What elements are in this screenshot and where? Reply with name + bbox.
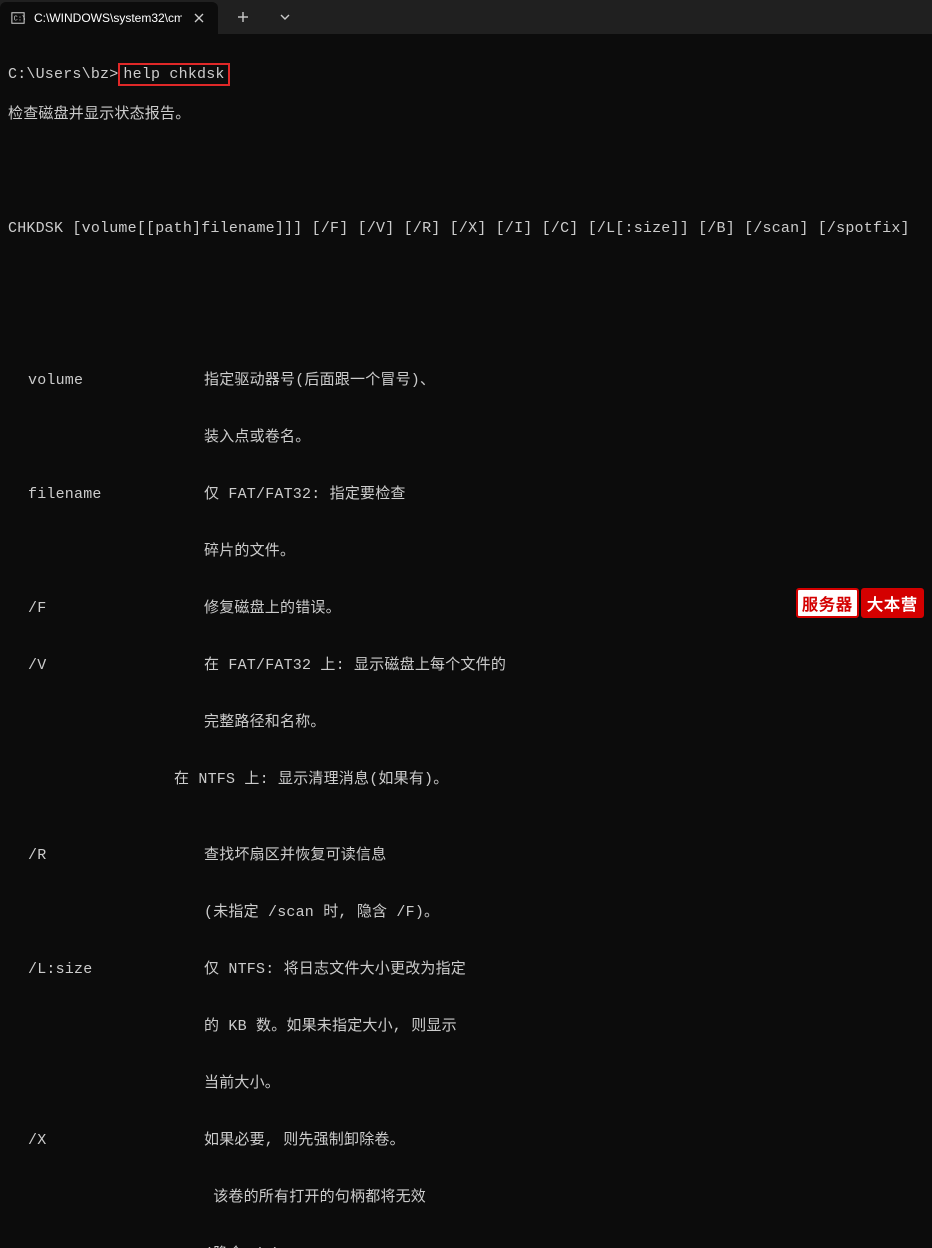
titlebar: C:\ C:\WINDOWS\system32\cmd. — [0, 0, 932, 34]
option-name: /V — [28, 656, 204, 675]
option-name: /X — [28, 1131, 204, 1150]
terminal-output[interactable]: C:\Users\bz> help chkdsk 检查磁盘并显示状态报告。 CHK… — [0, 34, 932, 1248]
watermark-part1: 服务器 — [796, 588, 859, 618]
prompt-command: help chkdsk — [123, 66, 224, 83]
option-row: /L:size仅 NTFS: 将日志文件大小更改为指定 — [28, 960, 924, 979]
option-desc: 在 FAT/FAT32 上: 显示磁盘上每个文件的 — [204, 656, 924, 675]
option-desc: 指定驱动器号(后面跟一个冒号)、 — [204, 371, 924, 390]
option-row: /F修复磁盘上的错误。 — [28, 599, 924, 618]
option-name: volume — [28, 371, 204, 390]
prompt-line: C:\Users\bz> help chkdsk — [8, 63, 924, 86]
new-tab-button[interactable] — [228, 2, 258, 32]
option-name: /L:size — [28, 960, 204, 979]
option-row: volume指定驱动器号(后面跟一个冒号)、 — [28, 371, 924, 390]
close-icon[interactable] — [190, 9, 208, 27]
option-name: /F — [28, 599, 204, 618]
ntfs-note-line: 在 NTFS 上: 显示清理消息(如果有)。 — [8, 770, 924, 789]
tab-title: C:\WINDOWS\system32\cmd. — [34, 11, 182, 25]
watermark: 服务器大本营 — [796, 588, 924, 618]
tab-dropdown-button[interactable] — [270, 2, 300, 32]
option-name: /R — [28, 846, 204, 865]
command-highlight: help chkdsk — [118, 63, 229, 86]
description-line: 检查磁盘并显示状态报告。 — [8, 105, 924, 124]
option-name: filename — [28, 485, 204, 504]
cmd-icon: C:\ — [10, 10, 26, 26]
watermark-part2: 大本营 — [861, 588, 924, 618]
option-row: /R查找坏扇区并恢复可读信息 — [28, 846, 924, 865]
option-desc: 仅 FAT/FAT32: 指定要检查 — [204, 485, 924, 504]
option-desc: 查找坏扇区并恢复可读信息 — [204, 846, 924, 865]
prompt-path: C:\Users\bz> — [8, 65, 118, 84]
option-table: volume指定驱动器号(后面跟一个冒号)、 装入点或卷名。 filename仅… — [8, 333, 924, 751]
option-desc: 如果必要, 则先强制卸除卷。 — [204, 1131, 924, 1150]
option-row: /X如果必要, 则先强制卸除卷。 — [28, 1131, 924, 1150]
option-row: filename仅 FAT/FAT32: 指定要检查 — [28, 485, 924, 504]
syntax-line: CHKDSK [volume[[path]filename]]] [/F] [/… — [8, 219, 924, 238]
option-row: /V在 FAT/FAT32 上: 显示磁盘上每个文件的 — [28, 656, 924, 675]
active-tab[interactable]: C:\ C:\WINDOWS\system32\cmd. — [0, 2, 218, 34]
tab-actions — [218, 0, 300, 34]
option-desc: 仅 NTFS: 将日志文件大小更改为指定 — [204, 960, 924, 979]
svg-text:C:\: C:\ — [14, 16, 25, 24]
